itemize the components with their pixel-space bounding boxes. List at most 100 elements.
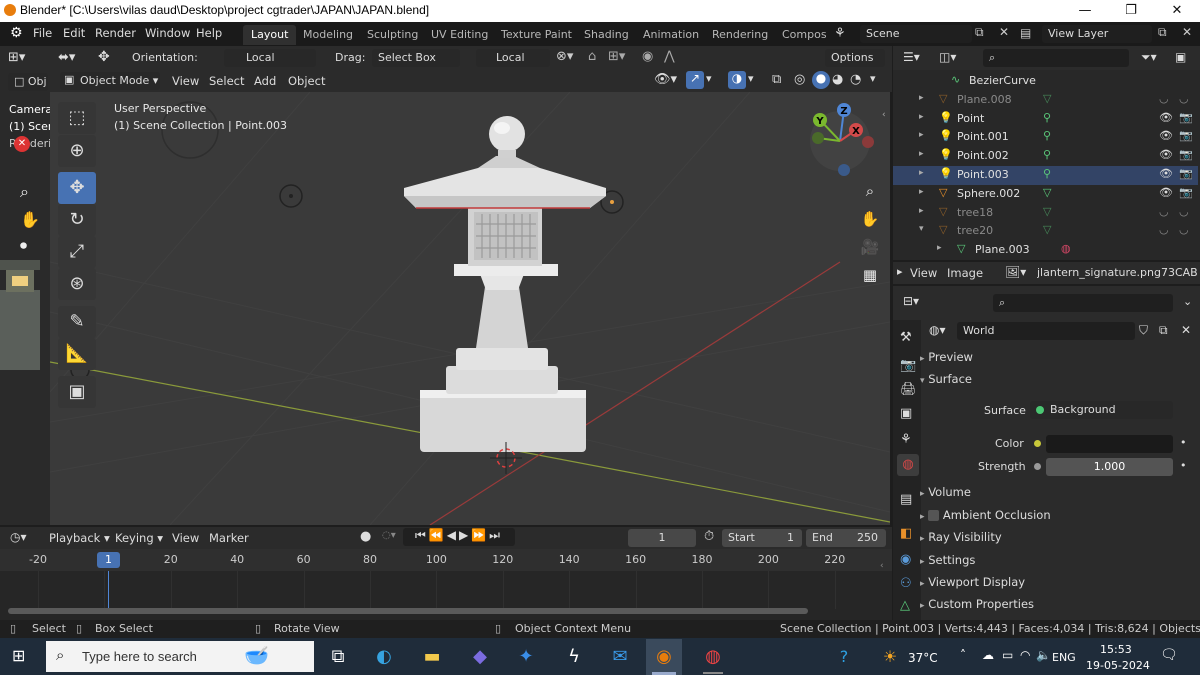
camera-zoom-icon[interactable]: ⌕	[20, 182, 29, 202]
panel-settings[interactable]: ▸ Settings	[920, 553, 1200, 574]
panel-volume[interactable]: ▸ Volume	[920, 485, 1200, 506]
tab-rendering[interactable]: Rendering	[704, 25, 776, 45]
eye-icon[interactable]: 👁	[1159, 148, 1173, 161]
ao-checkbox[interactable]	[928, 510, 940, 521]
volume-icon[interactable]: 🔈	[1036, 648, 1051, 662]
outliner-row[interactable]: ∿ BezierCurve	[893, 72, 1198, 91]
scene-selector[interactable]: Scene	[860, 25, 972, 43]
solid-shading-icon[interactable]: ●	[812, 71, 830, 89]
menu-file[interactable]: File	[33, 26, 52, 40]
panel-ambient-occlusion[interactable]: ▸ Ambient Occlusion	[920, 508, 1200, 529]
new-collection-icon[interactable]: ▣	[1175, 50, 1186, 64]
clock-date[interactable]: 19-05-2024	[1086, 659, 1150, 672]
copilot-icon[interactable]: ◆	[466, 644, 494, 670]
world-browse-icon[interactable]: ◍▾	[929, 323, 946, 337]
stone-lantern-model[interactable]	[404, 116, 606, 452]
light-data-icon[interactable]: ⚲	[1043, 129, 1051, 142]
data-tab-icon[interactable]: △	[900, 598, 910, 613]
strength-field[interactable]: 1.000	[1046, 458, 1173, 476]
tray-expand-icon[interactable]: ˄	[960, 648, 966, 662]
menu-window[interactable]: Window	[145, 26, 190, 40]
material-icon[interactable]: ◍	[1061, 242, 1071, 255]
image-name-field[interactable]: jlantern_signature.png73CAB4D...	[1037, 266, 1197, 279]
world-name-field[interactable]: World	[957, 322, 1135, 340]
new-view-layer-icon[interactable]: ⧉	[1158, 25, 1167, 40]
close-window-button[interactable]: ✕	[1154, 0, 1200, 22]
hidden-icon[interactable]: ◡	[1159, 205, 1169, 218]
outliner-row[interactable]: ▸ 💡 Point.002 ⚲ 👁 📷	[893, 147, 1198, 166]
scale-tool[interactable]: ⤢	[58, 236, 96, 268]
panel-viewport-display[interactable]: ▸ Viewport Display	[920, 575, 1200, 596]
tab-layout[interactable]: Layout	[243, 25, 297, 45]
preview-range-icon[interactable]: ⏱	[704, 529, 714, 544]
outliner-search[interactable]: ⌕	[983, 49, 1129, 67]
view-layer-selector[interactable]: View Layer	[1042, 25, 1152, 43]
outliner-expand-icon[interactable]: ▸	[919, 93, 924, 103]
object-tab-icon[interactable]: ◧	[900, 526, 912, 541]
taskbar-search-box[interactable]: ⌕ Type here to search 🥣	[46, 641, 314, 672]
playback-controls[interactable]: ⏮⏪◀▶⏩⏭	[403, 528, 515, 546]
eye-icon[interactable]: 👁	[1159, 167, 1173, 180]
camera-pan-icon[interactable]: ✋	[20, 210, 40, 229]
camera-view-icon[interactable]: ⏺	[20, 238, 27, 254]
filter-icon[interactable]: ⏷▾	[1141, 50, 1157, 65]
annotate-tool[interactable]: ✎	[58, 306, 96, 338]
panel-custom-properties[interactable]: ▸ Custom Properties	[920, 597, 1200, 618]
panel-ray-visibility[interactable]: ▸ Ray Visibility	[920, 530, 1200, 551]
properties-options-icon[interactable]: ⌄	[1183, 295, 1192, 308]
image-menu-image[interactable]: Image	[947, 266, 983, 280]
render-camera-icon[interactable]: 📷	[1179, 129, 1193, 142]
language-indicator[interactable]: ENG	[1052, 651, 1076, 664]
gizmo-dropdown-icon[interactable]: ▾	[706, 72, 712, 85]
ortho-toggle-icon[interactable]: ▦	[859, 264, 881, 286]
delete-view-layer-icon[interactable]: ✕	[1182, 25, 1192, 39]
tab-shading[interactable]: Shading	[576, 25, 637, 45]
maximize-button[interactable]: ❐	[1108, 0, 1154, 22]
dropbox-icon[interactable]: ✦	[512, 644, 540, 670]
mail-icon[interactable]: ✉	[606, 644, 634, 670]
output-tab-icon[interactable]: 🖨	[900, 382, 917, 397]
outliner-expand-icon[interactable]: ▸	[937, 243, 942, 253]
proportional-edit-icon[interactable]: ◉	[642, 49, 653, 64]
color-swatch[interactable]	[1046, 435, 1173, 453]
vp-menu-add[interactable]: Add	[254, 74, 276, 88]
render-camera-icon[interactable]: 📷	[1179, 186, 1193, 199]
delete-scene-icon[interactable]: ✕	[999, 25, 1009, 39]
timeline-menu-marker[interactable]: Marker	[209, 531, 249, 545]
vp-menu-select[interactable]: Select	[209, 74, 244, 88]
render-camera-icon[interactable]: 📷	[1179, 111, 1193, 124]
material-shading-icon[interactable]: ◕	[832, 72, 843, 87]
start-frame-field[interactable]: Start 1	[722, 529, 802, 547]
visibility-icon[interactable]: 👁▾	[654, 72, 677, 87]
tab-compositing[interactable]: Compos	[774, 25, 826, 45]
world-tab-icon[interactable]: ◍	[897, 454, 919, 476]
pan-view-icon[interactable]: ✋	[859, 208, 881, 230]
blender-taskbar-icon[interactable]: ◉	[650, 644, 678, 670]
camera-view-toggle-icon[interactable]: 🎥	[859, 236, 881, 258]
onedrive-icon[interactable]: ☁	[982, 648, 994, 662]
render-tab-icon[interactable]: 📷	[900, 358, 916, 373]
tab-sculpting[interactable]: Sculpting	[359, 25, 426, 45]
mesh-data-icon[interactable]: ▽	[1043, 92, 1051, 105]
image-browse-icon[interactable]: 🖼▾	[1005, 265, 1026, 279]
light-data-icon[interactable]: ⚲	[1043, 167, 1051, 180]
panel-surface[interactable]: ▾ Surface	[920, 372, 1200, 393]
cursor-tool[interactable]: ⊕	[58, 135, 96, 167]
outliner-expand-icon[interactable]: ▾	[919, 224, 924, 234]
notification-icon[interactable]: 🗨	[1160, 647, 1178, 663]
fake-user-icon[interactable]: ⛉	[1139, 323, 1148, 338]
task-view-icon[interactable]: ⧉	[324, 644, 352, 670]
menu-render[interactable]: Render	[95, 26, 136, 40]
timeline-menu-playback[interactable]: Playback ▾	[49, 531, 110, 545]
playhead-handle[interactable]: 1	[97, 552, 120, 568]
wireframe-shading-icon[interactable]: ◎	[794, 72, 805, 87]
collection-tab-icon[interactable]: ▤	[900, 492, 912, 507]
physics-tab-icon[interactable]: ◉	[900, 552, 911, 567]
properties-editor-icon[interactable]: ⊟▾	[903, 294, 919, 308]
outliner-editor-icon[interactable]: ☰▾	[903, 50, 920, 64]
outliner-expand-icon[interactable]: ▸	[919, 130, 924, 140]
drag-dropdown[interactable]: Select Box	[372, 49, 460, 67]
timeline-menu-keying[interactable]: Keying ▾	[115, 531, 163, 545]
windows-start-icon[interactable]: ⊞	[12, 647, 30, 665]
image-menu-view[interactable]: View	[910, 266, 937, 280]
